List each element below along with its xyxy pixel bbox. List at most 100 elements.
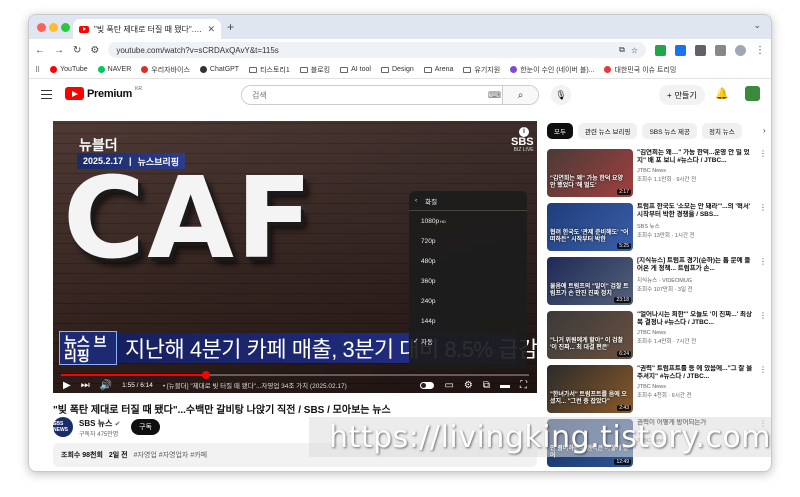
recommended-title[interactable]: 권력이 어떻게 방어되는가	[637, 419, 755, 436]
keyboard-icon[interactable]: ⌨	[488, 86, 502, 104]
quality-menu-back[interactable]: ‹ 화질	[409, 191, 527, 211]
miniplayer-icon[interactable]: ⧉	[483, 380, 490, 391]
chip-all[interactable]: 모두	[547, 123, 573, 139]
bookmark-item[interactable]: 대한민국 이슈 트리밍	[604, 65, 676, 75]
recommended-video[interactable]: "니거 위원에게 할아" 이 검찰 '이 진짜... 최 대결 편은' 6:24 "…	[547, 311, 767, 361]
recommended-title[interactable]: "얼어나시는 희한"' 오늘도 '이 진짜...' 최상목 결정나 #뉴스다 /…	[637, 311, 755, 328]
quality-option-240p[interactable]: 240p	[409, 291, 527, 311]
tab-search-icon[interactable]: ⌄	[753, 20, 761, 31]
chip-channel[interactable]: SBS 뉴스 제공	[642, 123, 697, 139]
video-description[interactable]: 조회수 98천회 2일 전 #자영업 #자영업자 #카페	[53, 443, 537, 467]
browser-menu-icon[interactable]: ⋮	[755, 45, 765, 56]
more-actions-icon[interactable]: ⋮	[759, 149, 767, 158]
bookmark-folder[interactable]: 블로킹	[299, 65, 330, 75]
bookmark-item[interactable]: ChatGPT	[199, 66, 239, 73]
youtube-premium-logo[interactable]: Premium KR	[65, 86, 142, 100]
voice-search-icon[interactable]: 🎙	[551, 85, 571, 105]
video-thumbnail[interactable]: "니거 위원에게 할아" 이 검찰 '이 진짜... 최 대결 편은' 6:24	[547, 311, 633, 359]
extensions-puzzle-icon[interactable]	[695, 44, 706, 56]
recommended-channel[interactable]: JTBC News	[637, 168, 755, 174]
video-thumbnail[interactable]: "한녀가서" 트럼프트를 음에 오셨지... "그런 중 잡았다" 2:43	[547, 365, 633, 413]
bookmark-folder[interactable]: 티스토리1	[249, 65, 290, 75]
progress-bar[interactable]	[61, 371, 529, 379]
more-actions-icon[interactable]: ⋮	[759, 203, 767, 212]
forward-icon[interactable]: →	[54, 45, 64, 56]
reload-icon[interactable]: ↻	[73, 45, 81, 56]
recommended-channel[interactable]: SBS 뉴스	[637, 222, 755, 230]
chip-politics[interactable]: 정치 뉴스	[702, 123, 742, 139]
more-actions-icon[interactable]: ⋮	[759, 419, 767, 428]
minimize-window-button[interactable]	[49, 23, 58, 32]
maximize-window-button[interactable]	[61, 23, 70, 32]
more-actions-icon[interactable]: ⋮	[759, 365, 767, 374]
quality-option-720p[interactable]: 720p	[409, 231, 527, 251]
subscribe-button[interactable]: 구독	[131, 419, 160, 435]
bookmark-folder[interactable]: Arena	[423, 66, 453, 73]
channel-avatar[interactable]: SBS NEWS	[53, 417, 73, 437]
quality-option-1080p[interactable]: 1080p HD	[409, 211, 527, 231]
video-player[interactable]: CAF 뉴블더 2025.2.17 | 뉴스브리핑 SBS BIZ LIVE i…	[53, 121, 537, 393]
play-icon[interactable]: ▶	[63, 380, 71, 391]
sidebar-panel-icon[interactable]	[715, 44, 726, 56]
chevron-right-icon[interactable]: ›	[763, 126, 766, 135]
volume-icon[interactable]: 🔊	[100, 380, 112, 391]
fullscreen-icon[interactable]: ⛶	[520, 380, 527, 391]
address-bar[interactable]: youtube.com/watch?v=sCRDAxQAvY&t=115s ⧉ …	[108, 42, 646, 58]
bookmark-folder[interactable]: AI tool	[340, 66, 371, 73]
site-info-icon[interactable]: ⚙	[90, 45, 99, 56]
recommended-title[interactable]: "김연희는 왜…" 가능 한덕...운영 안 밀 었지" 배 포 보니 #뉴스다…	[637, 149, 755, 166]
more-actions-icon[interactable]: ⋮	[759, 311, 767, 320]
quality-option-360p[interactable]: 360p	[409, 271, 527, 291]
profile-icon[interactable]	[735, 44, 746, 56]
recommended-video[interactable]: "김연희는 왜" 가능 한덕 요양 안 했었다 '해 멀도' 2:17 "김연희는 …	[547, 149, 767, 199]
browser-tab[interactable]: "빚 폭탄 제대로 터질 때 됐다"...수백만 갈 ✕	[73, 19, 221, 39]
back-icon[interactable]: ←	[35, 45, 45, 56]
more-actions-icon[interactable]: ⋮	[759, 257, 767, 266]
quality-option-480p[interactable]: 480p	[409, 251, 527, 271]
chip-related[interactable]: 관련 뉴스 브리핑	[577, 123, 638, 139]
video-thumbnail[interactable]: "김연희는 왜" 가능 한덕 요양 안 했었다 '해 멀도' 2:17	[547, 149, 633, 197]
close-window-button[interactable]	[37, 23, 46, 32]
create-button[interactable]: + 만들기	[659, 85, 705, 105]
settings-gear-icon[interactable]: ⚙	[464, 380, 473, 391]
bookmark-item[interactable]: YouTube	[50, 66, 88, 73]
next-icon[interactable]: ⏭	[81, 380, 90, 391]
close-tab-icon[interactable]: ✕	[207, 24, 215, 35]
recommended-title[interactable]: "권력" 트럼프트를 등 에 았음에..."그 잘 을 주셔지" #뉴스다 / …	[637, 365, 755, 382]
recommended-channel[interactable]: JTBC News	[637, 384, 755, 390]
apps-grid-icon[interactable]: ⠿	[35, 66, 40, 74]
account-avatar[interactable]	[745, 86, 760, 101]
recommended-channel[interactable]: JTBC News	[637, 438, 755, 444]
search-input[interactable]	[242, 86, 488, 104]
recommended-channel[interactable]: JTBC News	[637, 330, 755, 336]
install-app-icon[interactable]: ⧉	[619, 45, 625, 55]
recommended-title[interactable]: 트럼프 한국도 '소모는 안 돼라'"...의 '혁서' 시작부터 박한 경쟁을…	[637, 203, 755, 220]
video-thumbnail[interactable]: 물음에 트럼프의 "일이" 검찰 트럼프가 손 만진 진짜 정치 23:18	[547, 257, 633, 305]
theater-mode-icon[interactable]: ▬	[500, 380, 510, 391]
recommended-video[interactable]: 안 평어하는데 권력은 어떻게 방어 12:49 권력이 어떻게 방어되는가 JTBC…	[547, 419, 767, 469]
bookmark-item[interactable]: 한눈이 수인 (네이버 블)...	[510, 65, 594, 75]
search-button[interactable]: ⌕	[502, 86, 538, 104]
recommended-video[interactable]: 협려 한국도 '관제 준비해도' "어떠하든" 시작부터 박한 5:25 트럼프 한…	[547, 203, 767, 253]
channel-name[interactable]: SBS 뉴스 ✔	[79, 418, 121, 429]
bookmark-folder[interactable]: 유기지원	[463, 65, 500, 75]
video-thumbnail[interactable]: 협려 한국도 '관제 준비해도' "어떠하든" 시작부터 박한 5:25	[547, 203, 633, 251]
bookmark-folder[interactable]: Design	[380, 66, 414, 73]
chapter-title[interactable]: • [뉴블더] "제대로 빚 터질 때 됐다"...자영업 34조 가치 (20…	[163, 380, 411, 390]
guide-menu-icon[interactable]	[41, 90, 52, 99]
recommended-video[interactable]: "한녀가서" 트럼프트를 음에 오셨지... "그런 중 잡았다" 2:43 "권력…	[547, 365, 767, 415]
bookmark-item[interactable]: NAVER	[97, 66, 131, 73]
hashtags[interactable]: #자영업 #자영업자 #카페	[134, 452, 208, 459]
bookmark-star-icon[interactable]: ☆	[631, 46, 638, 55]
recommended-video[interactable]: 물음에 트럼프의 "일이" 검찰 트럼프가 손 만진 진짜 정치 23:18 [지식…	[547, 257, 767, 307]
quality-option-144p[interactable]: 144p	[409, 311, 527, 331]
info-card-icon[interactable]: i	[519, 127, 529, 137]
autoplay-toggle[interactable]	[420, 381, 435, 389]
extension-green-icon[interactable]	[655, 44, 666, 56]
subtitles-icon[interactable]: ▭	[444, 380, 453, 391]
quality-option-auto[interactable]: ✓ 자동	[409, 331, 527, 351]
recommended-title[interactable]: [지식뉴스] 트럼프 경기(순하)는 틈 문예 들어온 게 정책... 트럼프가…	[637, 257, 755, 274]
new-tab-icon[interactable]: +	[227, 20, 234, 34]
bookmark-item[interactable]: 우리자바이스	[141, 65, 190, 75]
extension-blue-icon[interactable]	[675, 44, 686, 56]
